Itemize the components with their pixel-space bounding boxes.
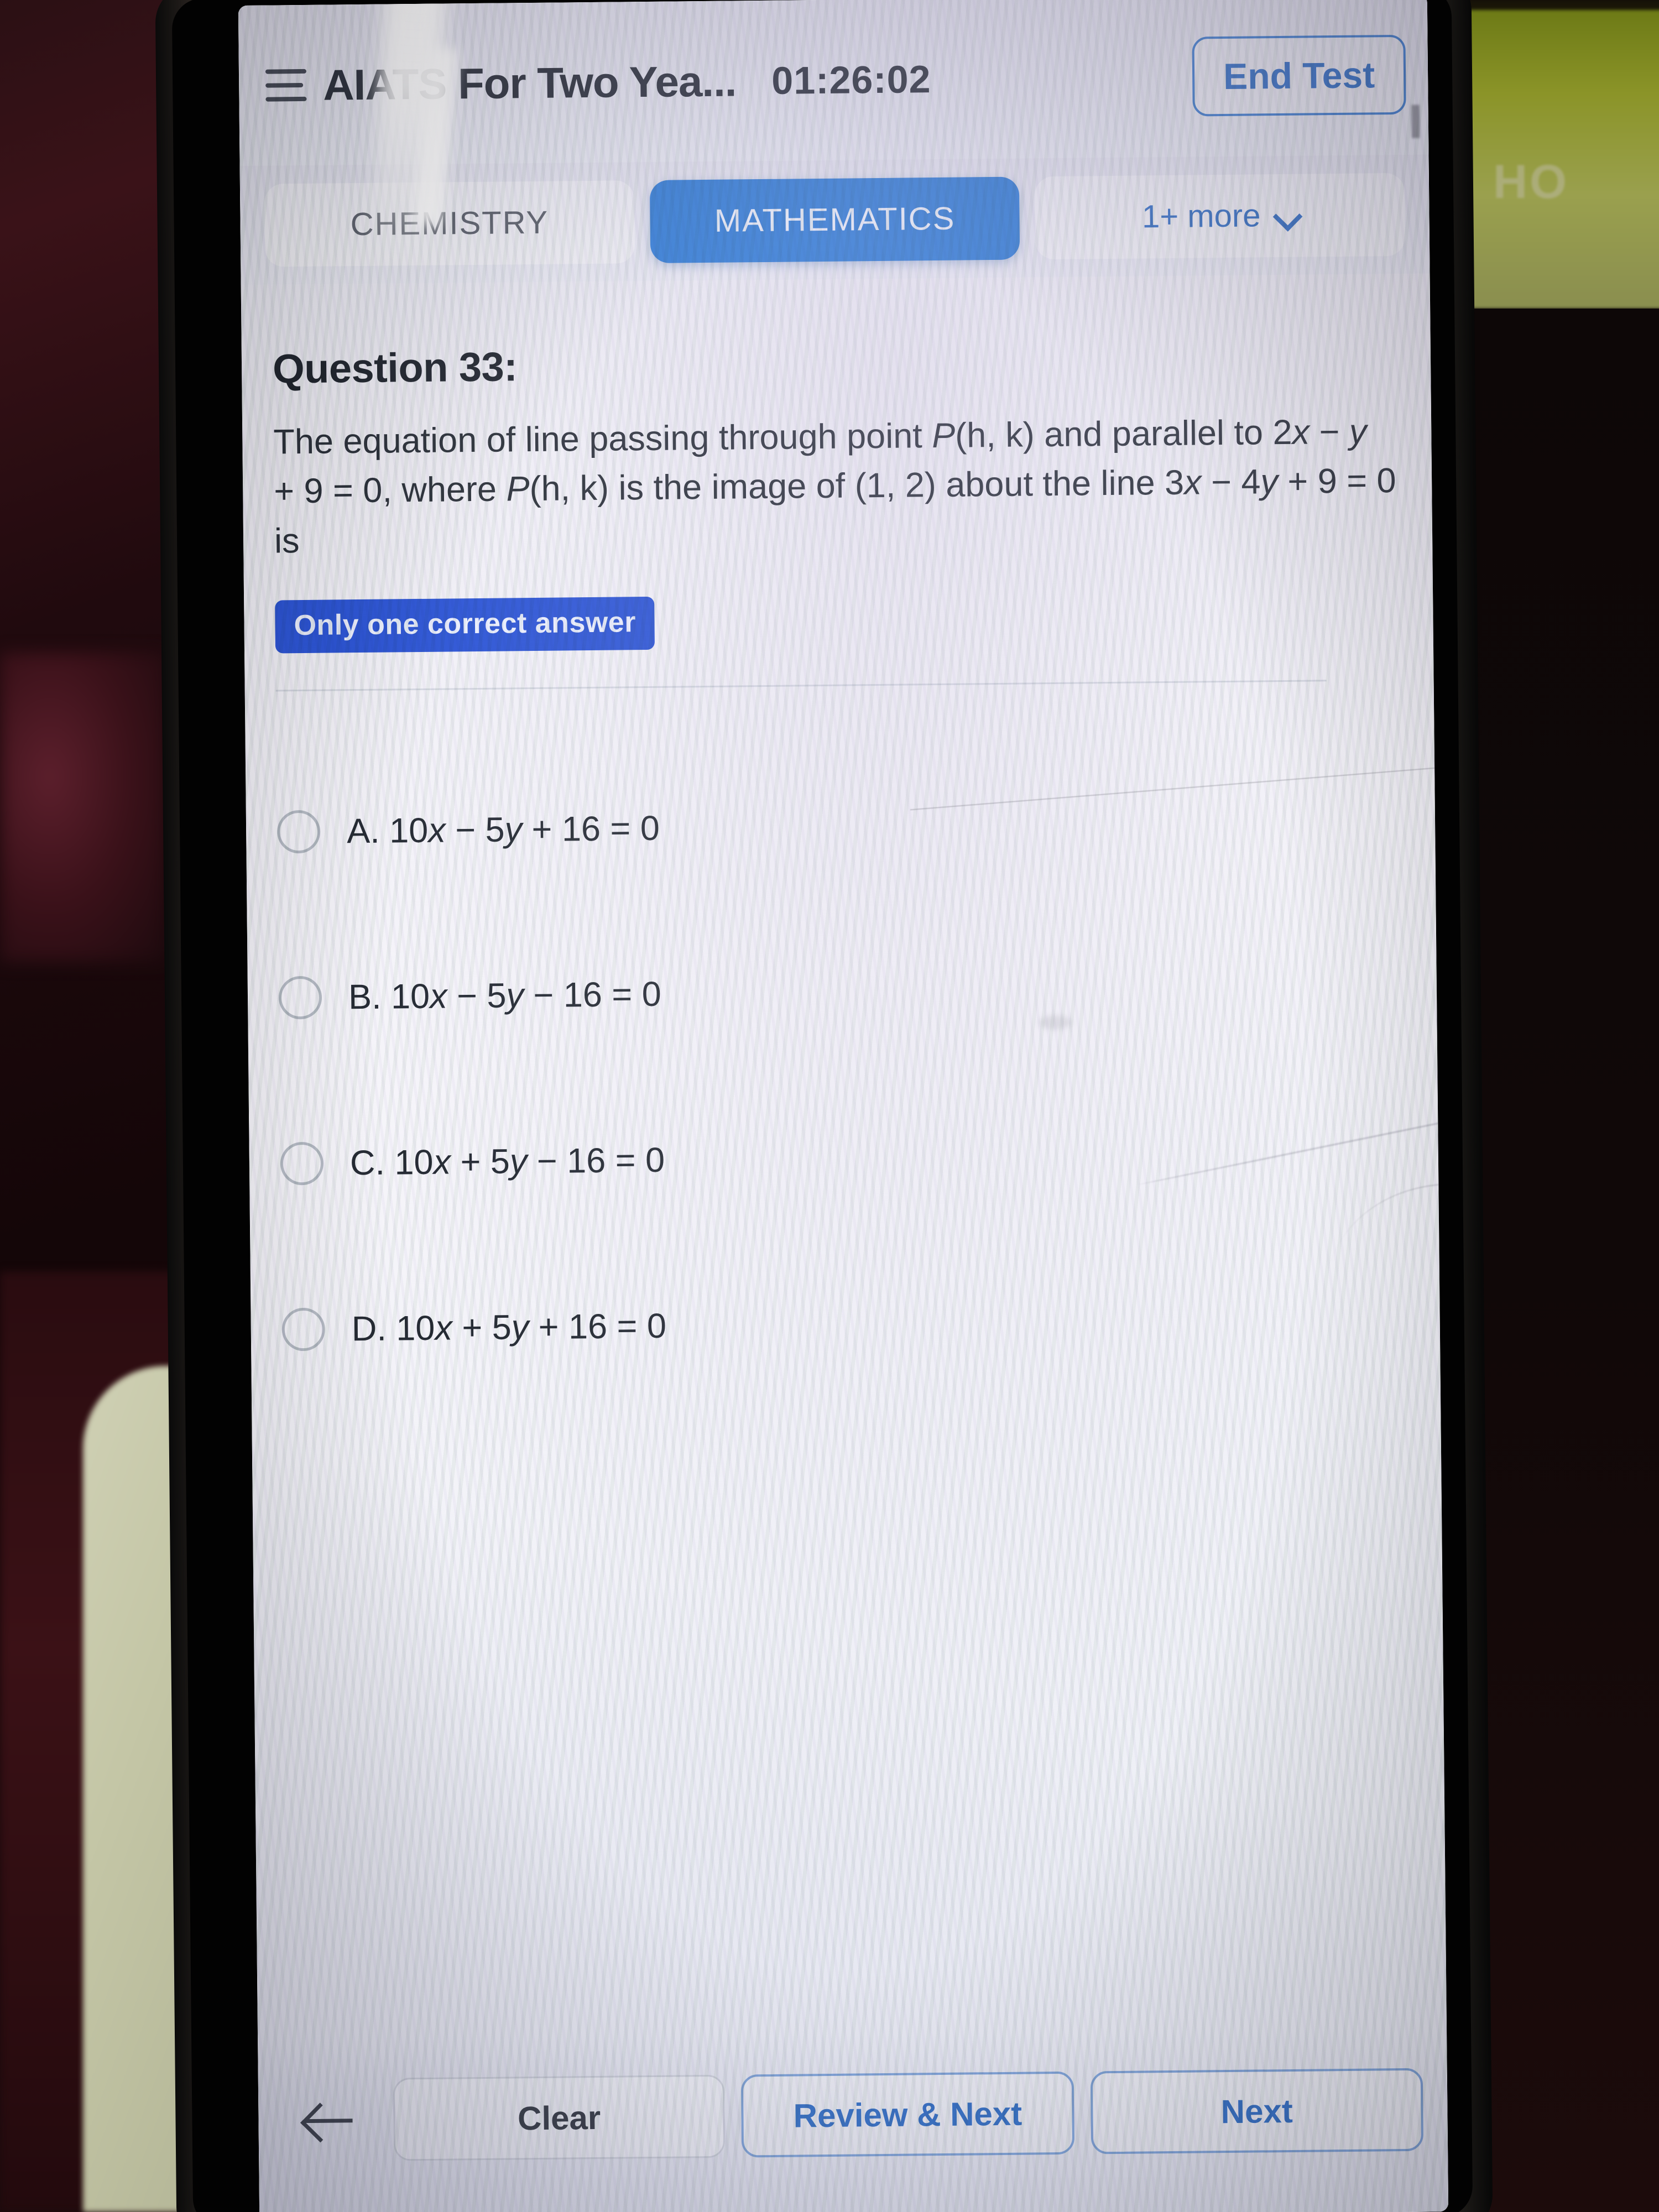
background-poster-text: HO	[1493, 155, 1569, 208]
option-a[interactable]: A. 10x − 5y + 16 = 0	[276, 738, 1405, 915]
exam-app: AIATS For Two Yea... 01:26:02 End Test C…	[238, 0, 1449, 2212]
countdown-timer: 01:26:02	[771, 58, 931, 102]
radio-button-d[interactable]	[281, 1308, 326, 1352]
question-line1-args: (h, k)	[954, 415, 1035, 455]
question-line3-part2: − 4	[1201, 462, 1261, 502]
tab-mathematics[interactable]: MATHEMATICS	[649, 176, 1020, 263]
question-line2-part2: −	[1309, 412, 1350, 452]
question-line3-var-y: y	[1260, 462, 1279, 502]
question-line1-part2: and parallel	[1034, 413, 1225, 455]
tab-more-dropdown[interactable]: 1+ more	[1035, 173, 1406, 259]
option-b-label: B. 10x − 5y − 16 = 0	[348, 975, 662, 1017]
question-line3-part1: line 3	[1100, 463, 1185, 503]
hamburger-icon[interactable]	[265, 69, 307, 102]
bottom-action-bar: Clear Review & Next Next	[258, 2029, 1449, 2212]
question-line2-part1: to 2	[1234, 413, 1292, 452]
screen-dust	[1411, 105, 1420, 138]
background-maroon-object	[0, 653, 166, 962]
question-line2-var-x: x	[1292, 413, 1310, 452]
radio-button-b[interactable]	[278, 976, 322, 1020]
option-d[interactable]: D. 10x + 5y + 16 = 0	[281, 1236, 1410, 1413]
question-line2-args: (h, k)	[529, 469, 609, 509]
subject-tabs: CHEMISTRY MATHEMATICS 1+ more	[239, 154, 1430, 285]
question-line3-var-x: x	[1183, 463, 1202, 503]
radio-button-c[interactable]	[280, 1142, 324, 1186]
question-line1-part1: The equation of line passing through poi…	[273, 416, 932, 462]
back-arrow-icon	[305, 2100, 355, 2140]
question-content: Question 33: The equation of line passin…	[241, 273, 1441, 1413]
question-line2-part4: is the image of (1, 2) about the	[608, 464, 1092, 508]
tab-chemistry[interactable]: CHEMISTRY	[264, 180, 635, 267]
answer-type-badge: Only one correct answer	[275, 597, 655, 654]
phone-screen: AIATS For Two Yea... 01:26:02 End Test C…	[238, 0, 1449, 2212]
app-topbar: AIATS For Two Yea... 01:26:02 End Test	[238, 0, 1429, 166]
option-b[interactable]: B. 10x − 5y − 16 = 0	[278, 904, 1407, 1081]
option-c-label: C. 10x + 5y − 16 = 0	[349, 1141, 665, 1183]
back-button[interactable]	[283, 2081, 377, 2159]
option-d-label: D. 10x + 5y + 16 = 0	[351, 1307, 667, 1349]
radio-button-a[interactable]	[276, 810, 321, 854]
page-title: AIATS For Two Yea...	[322, 56, 737, 109]
next-button[interactable]: Next	[1090, 2068, 1424, 2154]
clear-button[interactable]: Clear	[393, 2074, 726, 2161]
question-line2-var-p: P	[506, 469, 530, 509]
question-line2-var-y: y	[1349, 412, 1367, 451]
phone-device: AIATS For Two Yea... 01:26:02 End Test C…	[155, 0, 1493, 2212]
answer-options-list: A. 10x − 5y + 16 = 0 B. 10x − 5y − 16 = …	[276, 738, 1410, 1413]
question-line1-var-p: P	[931, 416, 956, 456]
question-text: The equation of line passing through poi…	[273, 407, 1397, 566]
tab-more-label: 1+ more	[1141, 197, 1261, 235]
chevron-down-icon	[1275, 204, 1298, 227]
question-line2-part3: + 9 = 0, where	[273, 469, 507, 511]
section-divider	[275, 680, 1327, 692]
end-test-button[interactable]: End Test	[1192, 34, 1406, 117]
option-a-label: A. 10x − 5y + 16 = 0	[346, 809, 660, 851]
question-number: Question 33:	[272, 343, 518, 392]
option-c[interactable]: C. 10x + 5y − 16 = 0	[279, 1070, 1408, 1247]
review-and-next-button[interactable]: Review & Next	[741, 2071, 1074, 2158]
